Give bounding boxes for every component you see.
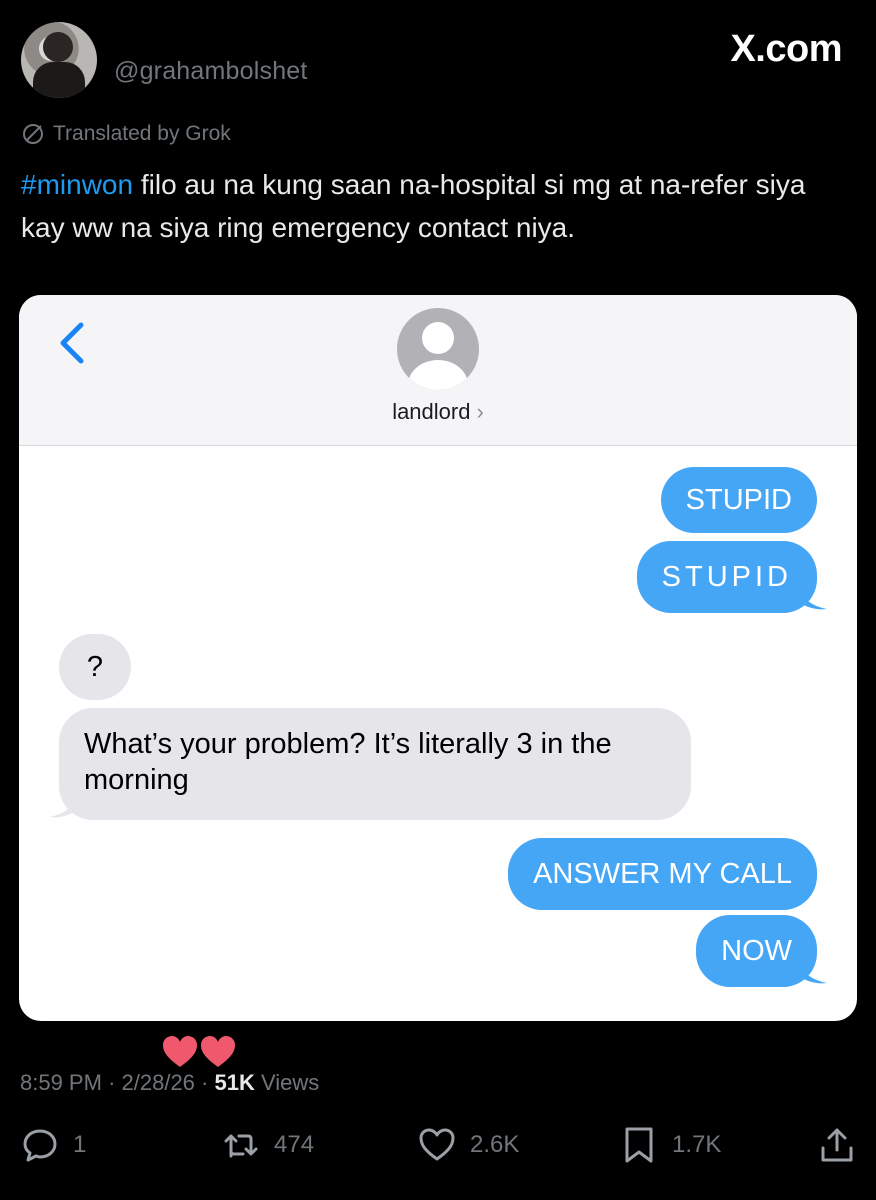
contact-placeholder-icon bbox=[397, 308, 479, 390]
tweet-body: filo au na kung saan na-hospital si mg a… bbox=[21, 169, 806, 243]
action-bar: 1 474 2.6K 1.7K bbox=[0, 1126, 876, 1176]
hashtag-link[interactable]: #minwon bbox=[21, 169, 133, 200]
user-handle[interactable]: @grahambolshet bbox=[114, 57, 308, 86]
message-bubble-outgoing: STUPID bbox=[636, 541, 817, 613]
reply-count: 1 bbox=[73, 1131, 87, 1158]
post-date: 2/28/26 bbox=[121, 1070, 195, 1095]
like-button[interactable]: 2.6K bbox=[418, 1126, 519, 1164]
back-chevron-icon bbox=[60, 322, 84, 364]
bookmark-button[interactable]: 1.7K bbox=[620, 1126, 721, 1164]
message-bubble-incoming: ? bbox=[59, 634, 131, 700]
hearts-decoration bbox=[162, 1035, 236, 1069]
tweet-text: #minwon filo au na kung saan na-hospital… bbox=[21, 163, 851, 249]
imessage-header: landlord › bbox=[19, 295, 857, 446]
post-meta: 8:59 PM · 2/28/26 · 51K Views bbox=[20, 1070, 320, 1095]
reply-button[interactable]: 1 bbox=[21, 1126, 86, 1164]
reply-icon bbox=[23, 1129, 57, 1162]
translated-label: Translated by Grok bbox=[53, 122, 231, 145]
repost-count: 474 bbox=[274, 1131, 315, 1158]
views-count: 51K bbox=[214, 1070, 255, 1095]
like-count: 2.6K bbox=[470, 1131, 520, 1158]
contact-name: landlord › bbox=[392, 399, 484, 424]
bubble-tail-icon bbox=[49, 795, 79, 818]
share-icon bbox=[821, 1128, 853, 1162]
heart-icon bbox=[201, 1036, 235, 1067]
translated-note: Translated by Grok bbox=[21, 122, 231, 146]
post-time: 8:59 PM bbox=[20, 1070, 102, 1095]
repost-button[interactable]: 474 bbox=[222, 1126, 314, 1164]
bubble-tail-icon bbox=[797, 587, 827, 610]
bookmark-icon bbox=[625, 1127, 653, 1163]
share-button[interactable] bbox=[818, 1126, 856, 1164]
bubble-tail-icon bbox=[797, 961, 827, 984]
message-bubble-outgoing: STUPID bbox=[660, 467, 817, 533]
source-label: X.com bbox=[730, 28, 842, 70]
attached-image[interactable]: landlord › STUPID STUPID ? What’s your pr… bbox=[19, 295, 857, 1021]
heart-icon bbox=[163, 1036, 197, 1067]
grok-translate-icon bbox=[23, 124, 43, 144]
repost-icon bbox=[224, 1134, 258, 1158]
user-avatar[interactable] bbox=[21, 22, 97, 98]
message-bubble-outgoing: ANSWER MY CALL bbox=[508, 838, 817, 910]
bookmark-count: 1.7K bbox=[672, 1131, 722, 1158]
views-label: Views bbox=[260, 1070, 320, 1095]
like-icon bbox=[419, 1128, 455, 1161]
message-bubble-incoming: What’s your problem? It’s literally 3 in… bbox=[59, 708, 691, 820]
